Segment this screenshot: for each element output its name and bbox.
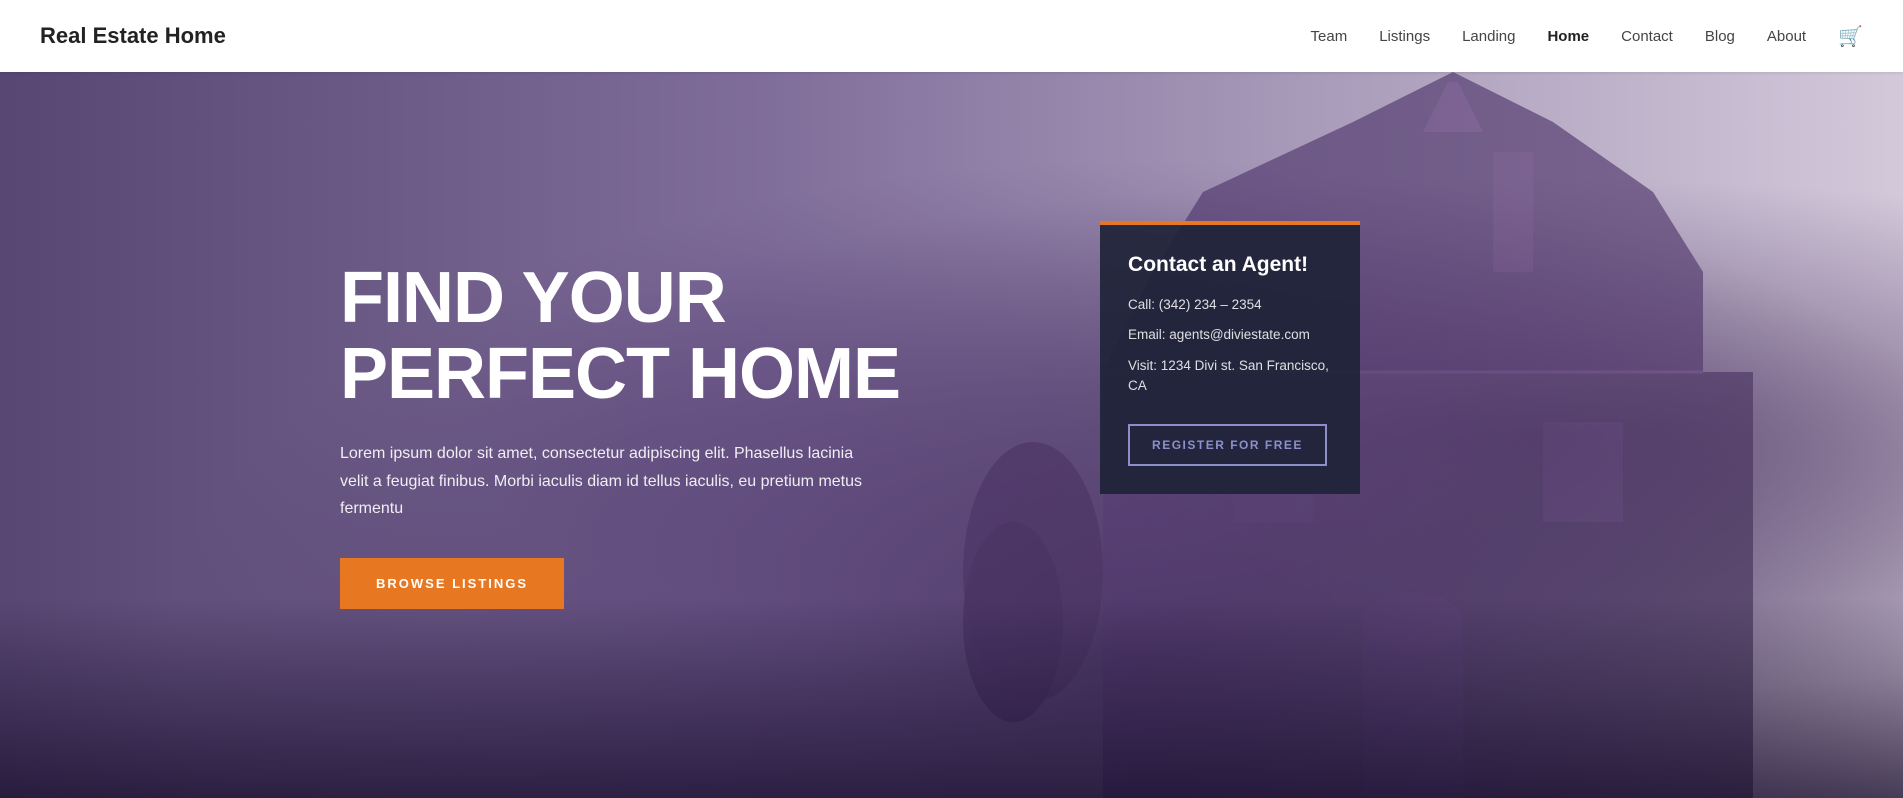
contact-email: Email: agents@diviestate.com [1128,325,1332,345]
nav-item-contact[interactable]: Contact [1621,28,1673,45]
site-header: Real Estate Home Team Listings Landing H… [0,0,1903,72]
cart-icon[interactable]: 🛒 [1838,24,1863,49]
contact-card: Contact an Agent! Call: (342) 234 – 2354… [1100,221,1360,494]
nav-item-team[interactable]: Team [1311,28,1348,45]
hero-content: FIND YOUR PERFECT HOME Lorem ipsum dolor… [0,261,1903,609]
contact-visit: Visit: 1234 Divi st. San Francisco, CA [1128,356,1332,397]
nav-item-listings[interactable]: Listings [1379,28,1430,45]
nav-item-landing[interactable]: Landing [1462,28,1515,45]
nav-item-blog[interactable]: Blog [1705,28,1735,45]
hero-description: Lorem ipsum dolor sit amet, consectetur … [340,440,880,522]
nav-item-home[interactable]: Home [1547,28,1589,45]
hero-title: FIND YOUR PERFECT HOME [340,261,900,412]
browse-listings-button[interactable]: BROWSE LISTINGS [340,558,564,609]
main-nav: Team Listings Landing Home Contact Blog … [1311,24,1863,49]
contact-phone: Call: (342) 234 – 2354 [1128,295,1332,315]
hero-bottom-dark [0,598,1903,798]
site-logo[interactable]: Real Estate Home [40,23,226,49]
nav-item-about[interactable]: About [1767,28,1806,45]
hero-section: FIND YOUR PERFECT HOME Lorem ipsum dolor… [0,72,1903,798]
contact-card-title: Contact an Agent! [1128,253,1332,277]
register-button[interactable]: REGISTER FOR FREE [1128,424,1327,466]
hero-text-block: FIND YOUR PERFECT HOME Lorem ipsum dolor… [340,261,900,609]
